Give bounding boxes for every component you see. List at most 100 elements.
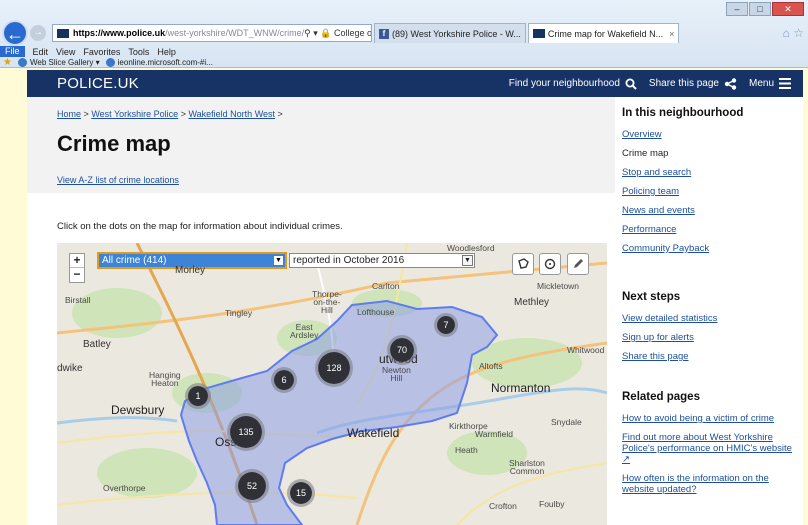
breadcrumb-area[interactable]: Wakefield North West <box>189 109 276 119</box>
chevron-down-icon: ▼ <box>273 255 284 266</box>
zoom-control: + − <box>69 253 85 283</box>
zoom-out-button[interactable]: − <box>70 268 84 282</box>
hmic-performance-link[interactable]: Find out more about West Yorkshire Polic… <box>622 432 800 465</box>
place-label: Lofthouse <box>357 307 395 317</box>
address-bar[interactable]: https://www.police.uk /west-yorkshire/WD… <box>52 24 372 42</box>
map-instructions: Click on the dots on the map for informa… <box>57 221 343 232</box>
sidebar-neighbourhood: In this neighbourhood Overview Crime map… <box>622 107 800 262</box>
period-select[interactable]: reported in October 2016 ▼ <box>289 253 475 268</box>
tab-close-icon[interactable]: × <box>669 29 674 39</box>
ie-icon <box>17 58 27 67</box>
find-neighbourhood-link[interactable]: Find your neighbourhood <box>509 78 637 90</box>
crime-cluster[interactable]: 1 <box>185 383 211 409</box>
tab-crime-map[interactable]: Crime map for Wakefield N... × <box>527 23 680 43</box>
hamburger-icon <box>779 78 791 89</box>
crime-cluster[interactable]: 135 <box>227 413 265 451</box>
site-favicon-icon <box>532 29 545 38</box>
menu-label: Menu <box>748 78 774 89</box>
site-favicon-icon <box>57 28 69 38</box>
back-arrow-icon[interactable]: ← <box>2 20 28 46</box>
edit-button[interactable] <box>567 253 589 275</box>
main-content: Home > West Yorkshire Police > Wakefield… <box>27 97 803 525</box>
forward-arrow-icon[interactable]: → <box>30 25 46 41</box>
crime-cluster[interactable]: 128 <box>315 349 353 387</box>
crime-cluster[interactable]: 15 <box>287 479 315 507</box>
menu-link[interactable]: Menu <box>749 78 791 89</box>
place-label: Normanton <box>491 381 551 395</box>
crime-cluster[interactable]: 6 <box>271 367 297 393</box>
sidebar-item-policing-team[interactable]: Policing team <box>622 186 800 197</box>
place-label: dwike <box>57 363 83 374</box>
draw-area-button[interactable] <box>512 253 534 275</box>
browser-chrome: – □ ✕ ← → https://www.police.uk /west-yo… <box>0 0 808 68</box>
tab-label: Crime map for Wakefield N... <box>547 28 664 39</box>
az-crime-locations-link[interactable]: View A-Z list of crime locations <box>57 175 179 185</box>
place-label: Mickletown <box>537 281 580 291</box>
share-page-link[interactable]: Share this page <box>648 77 737 90</box>
search-icon <box>625 78 637 90</box>
sidebar-item-overview[interactable]: Overview <box>622 129 800 140</box>
chevron-down-icon: ▼ <box>462 255 473 266</box>
place-label: East Ardsley <box>290 322 319 340</box>
crime-cluster[interactable]: 7 <box>434 313 458 337</box>
menu-edit[interactable]: Edit <box>33 47 49 57</box>
place-label: Heath <box>455 445 478 455</box>
share-page-sidebar-link[interactable]: Share this page <box>622 351 800 362</box>
place-label: Tingley <box>225 308 253 318</box>
share-page-label: Share this page <box>648 78 719 89</box>
place-label: Snydale <box>551 417 582 427</box>
share-icon <box>724 77 737 90</box>
breadcrumb-separator: > <box>277 109 283 119</box>
place-label: Overthorpe <box>103 483 146 493</box>
breadcrumb-force[interactable]: West Yorkshire Police <box>91 109 178 119</box>
breadcrumb-home[interactable]: Home <box>57 109 81 119</box>
place-label: Crofton <box>489 501 517 511</box>
tab-facebook[interactable]: f (89) West Yorkshire Police - W... <box>374 23 526 43</box>
tab-label: (89) West Yorkshire Police - W... <box>392 28 521 39</box>
menu-file[interactable]: File <box>0 46 25 57</box>
address-tools[interactable]: ⚲ ▾ 🔒 College of Policing Limite... ↻ <box>304 28 371 39</box>
place-label: Dewsbury <box>111 403 165 417</box>
crime-type-value: All crime (414) <box>102 255 167 266</box>
sidebar-item-news-events[interactable]: News and events <box>622 205 800 216</box>
menu-tools[interactable]: Tools <box>128 47 149 57</box>
menu-favorites[interactable]: Favorites <box>83 47 120 57</box>
close-window-button[interactable]: ✕ <box>772 2 804 16</box>
sidebar-item-performance[interactable]: Performance <box>622 224 800 235</box>
view-statistics-link[interactable]: View detailed statistics <box>622 313 800 324</box>
period-value: reported in October 2016 <box>293 255 405 266</box>
place-label: Altofts <box>479 361 503 371</box>
place-label: Birstall <box>65 295 91 305</box>
place-label: Hanging Heaton <box>149 370 181 388</box>
crime-cluster[interactable]: 70 <box>387 335 417 365</box>
circle-icon <box>544 258 556 270</box>
place-label: Warmfield <box>475 429 513 439</box>
sidebar-item-stop-search[interactable]: Stop and search <box>622 167 800 178</box>
draw-circle-button[interactable] <box>539 253 561 275</box>
favorites-item[interactable]: Web Slice Gallery ▾ <box>30 58 100 67</box>
breadcrumb-separator: > <box>83 109 89 119</box>
crime-map[interactable]: + − All crime (414) ▼ reported in Octobe… <box>57 243 607 525</box>
avoid-victim-link[interactable]: How to avoid being a victim of crime <box>622 413 800 424</box>
pencil-icon <box>574 259 583 268</box>
url-host: https://www.police.uk <box>73 28 166 38</box>
minimize-button[interactable]: – <box>726 2 748 16</box>
sidebar-item-community-payback[interactable]: Community Payback <box>622 243 800 254</box>
breadcrumb: Home > West Yorkshire Police > Wakefield… <box>57 109 283 119</box>
crime-cluster[interactable]: 52 <box>235 469 269 503</box>
place-label: Woodlesford <box>447 243 495 253</box>
menu-help[interactable]: Help <box>157 47 176 57</box>
home-star-icons[interactable]: ⌂ ☆ <box>783 26 804 40</box>
sign-up-alerts-link[interactable]: Sign up for alerts <box>622 332 800 343</box>
zoom-in-button[interactable]: + <box>70 254 84 268</box>
menu-view[interactable]: View <box>56 47 75 57</box>
place-label: Newton Hill <box>382 365 411 383</box>
favorites-star-icon[interactable]: ★ <box>3 57 12 68</box>
sidebar-heading: In this neighbourhood <box>622 107 744 119</box>
browser-menu-bar: File Edit View Favorites Tools Help <box>0 46 176 57</box>
site-logo[interactable]: POLICE.UK <box>57 75 139 92</box>
maximize-button[interactable]: □ <box>749 2 771 16</box>
favorites-item[interactable]: ieonline.microsoft.com-#i... <box>118 58 213 67</box>
update-frequency-link[interactable]: How often is the information on the webs… <box>622 473 800 495</box>
breadcrumb-separator: > <box>180 109 186 119</box>
